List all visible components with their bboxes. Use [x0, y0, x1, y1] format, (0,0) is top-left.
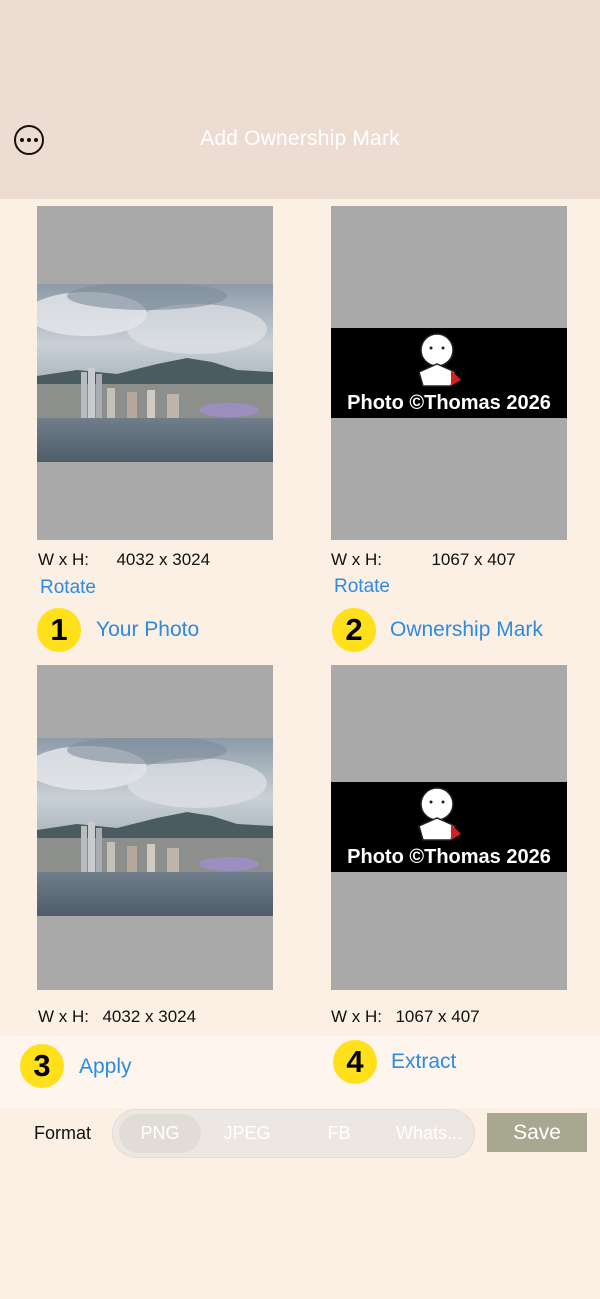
harbor-photo-image — [37, 738, 273, 916]
rotate-photo-button[interactable]: Rotate — [40, 577, 96, 599]
extracted-mark-preview[interactable]: Photo ©Thomas 2026 — [331, 665, 567, 990]
dimensions-value: 4032 x 3024 — [116, 550, 211, 569]
extract-button[interactable]: Extract — [391, 1050, 456, 1074]
your-photo-preview[interactable] — [37, 206, 273, 540]
dimensions-value: 4032 x 3024 — [102, 1007, 197, 1026]
your-photo-button[interactable]: Your Photo — [96, 618, 199, 642]
step-3-badge: 3 — [20, 1044, 64, 1088]
dimensions-value: 1067 x 407 — [395, 1007, 480, 1026]
step-4-badge: 4 — [333, 1040, 377, 1084]
dimensions-value: 1067 x 407 — [431, 550, 516, 569]
format-option-whatsapp[interactable]: Whats... — [387, 1114, 471, 1153]
mark-text: Photo ©Thomas 2026 — [347, 392, 551, 414]
mascot-icon — [418, 333, 461, 387]
mascot-icon — [418, 787, 461, 841]
ownership-mark-preview[interactable]: Photo ©Thomas 2026 — [331, 206, 567, 540]
dimensions-label: W x H: — [38, 1007, 89, 1026]
ownership-mark-image: Photo ©Thomas 2026 — [331, 328, 567, 418]
photo-dimensions: W x H: 4032 x 3024 — [38, 550, 210, 570]
step-2-badge: 2 — [332, 608, 376, 652]
dimensions-label: W x H: — [38, 550, 89, 569]
extracted-dimensions: W x H: 1067 x 407 — [331, 1007, 480, 1027]
format-label: Format — [34, 1123, 92, 1143]
mark-text: Photo ©Thomas 2026 — [347, 846, 551, 868]
ownership-mark-button[interactable]: Ownership Mark — [390, 618, 543, 642]
step-1-badge: 1 — [37, 608, 81, 652]
format-segmented-control[interactable]: PNG JPEG FB Whats... — [112, 1109, 475, 1158]
apply-button[interactable]: Apply — [79, 1055, 132, 1079]
navigation-header: Add Ownership Mark — [0, 0, 600, 199]
ownership-mark-image: Photo ©Thomas 2026 — [331, 782, 567, 872]
save-button[interactable]: Save — [487, 1113, 587, 1152]
rotate-mark-button[interactable]: Rotate — [334, 576, 390, 598]
page-title: Add Ownership Mark — [200, 127, 400, 150]
mark-dimensions: W x H: 1067 x 407 — [331, 550, 516, 570]
format-option-fb[interactable]: FB — [297, 1114, 381, 1153]
dimensions-label: W x H: — [331, 550, 382, 569]
format-option-jpeg[interactable]: JPEG — [205, 1114, 289, 1153]
format-option-png[interactable]: PNG — [119, 1114, 201, 1153]
result-photo-preview[interactable] — [37, 665, 273, 990]
result-dimensions: W x H: 4032 x 3024 — [38, 1007, 196, 1027]
harbor-photo-image — [37, 284, 273, 462]
dimensions-label: W x H: — [331, 1007, 382, 1026]
